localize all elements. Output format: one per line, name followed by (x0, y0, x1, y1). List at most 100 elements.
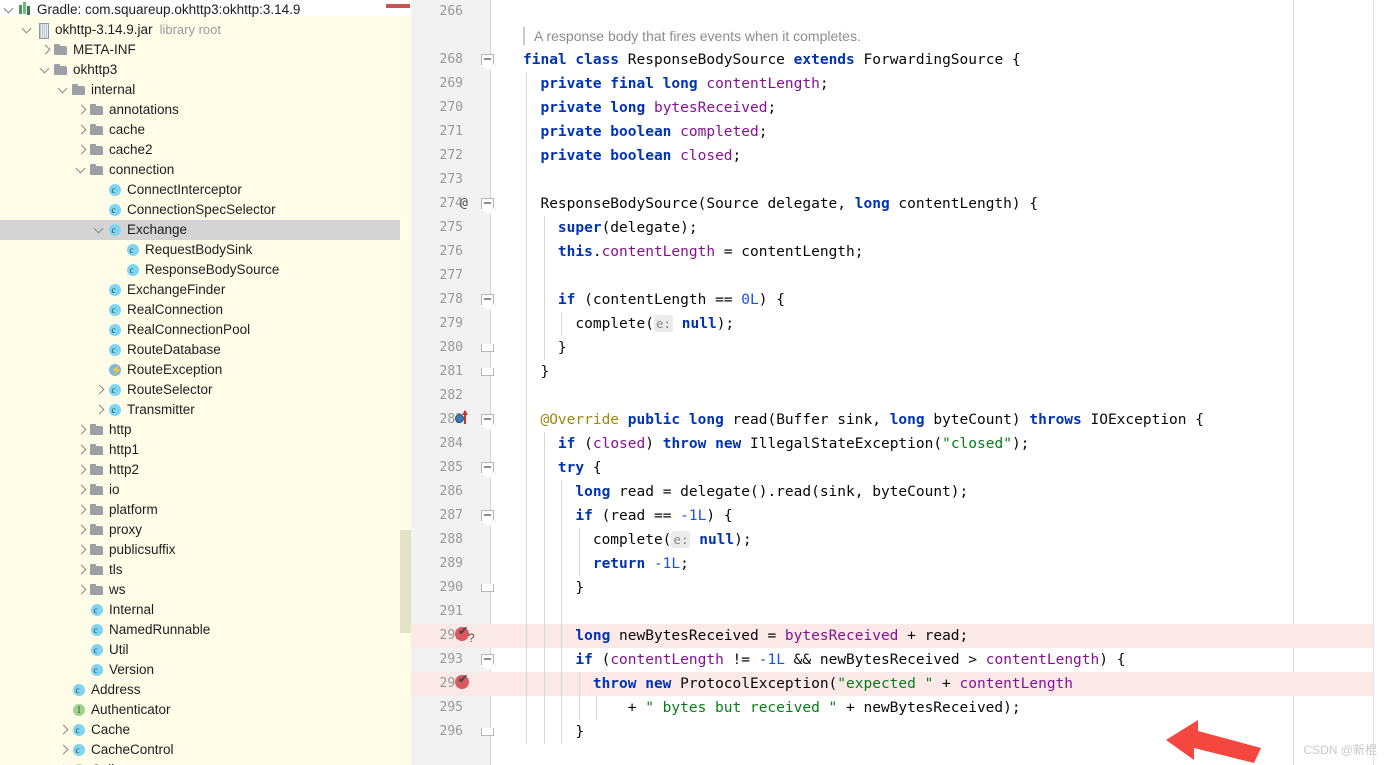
code-line-text[interactable]: return -1L; (523, 552, 689, 576)
code-line-text[interactable]: } (523, 360, 549, 384)
code-line-text[interactable]: final class ResponseBodySource extends F… (523, 48, 1021, 72)
code-line-text[interactable]: complete(e: null); (523, 312, 734, 336)
code-line[interactable]: 285 try { (411, 456, 1385, 480)
tree-item-http2[interactable]: http2 (0, 460, 139, 480)
chevron-right-icon[interactable] (75, 440, 89, 460)
code-line[interactable]: 294 ✔ throw new ProtocolException("expect… (411, 672, 1385, 696)
tree-item-publicsuffix[interactable]: publicsuffix (0, 540, 176, 560)
code-line-text[interactable]: } (523, 576, 584, 600)
chevron-right-icon[interactable] (57, 720, 71, 740)
code-fold-collapse-icon[interactable] (481, 508, 494, 524)
code-line[interactable]: 268 final class ResponseBodySource extend… (411, 48, 1385, 72)
code-line-text[interactable]: private long bytesReceived; (523, 96, 776, 120)
code-line-text[interactable]: ResponseBodySource(Source delegate, long… (523, 192, 1038, 216)
code-line[interactable]: 293 if (contentLength != -1L && newBytes… (411, 648, 1385, 672)
tree-item-connectionspecselector[interactable]: ConnectionSpecSelector (0, 200, 276, 220)
annotation-gutter-marker[interactable]: @ (460, 192, 468, 216)
code-line-text[interactable]: if (contentLength == 0L) { (523, 288, 785, 312)
code-line-text[interactable]: if (read == -1L) { (523, 504, 732, 528)
code-editor[interactable]: 266 A response body that fires events whe… (411, 0, 1385, 765)
code-line[interactable]: 269 private final long contentLength; (411, 72, 1385, 96)
tree-item-ws[interactable]: ws (0, 580, 126, 600)
code-line-text[interactable]: try { (523, 456, 602, 480)
chevron-right-icon[interactable] (57, 760, 71, 765)
code-fold-collapse-icon[interactable] (481, 292, 494, 308)
tree-item-internal[interactable]: internal (0, 80, 135, 100)
tree-item-transmitter[interactable]: Transmitter (0, 400, 195, 420)
code-line-text[interactable]: private boolean completed; (523, 120, 767, 144)
chevron-down-icon[interactable] (75, 160, 89, 180)
chevron-right-icon[interactable] (75, 580, 89, 600)
code-fold-end-icon[interactable] (481, 580, 494, 596)
code-line-text[interactable]: long newBytesReceived = bytesReceived + … (523, 624, 968, 648)
tree-item-routedatabase[interactable]: RouteDatabase (0, 340, 221, 360)
code-line[interactable]: 281 } (411, 360, 1385, 384)
tree-item-namedrunnable[interactable]: NamedRunnable (0, 620, 210, 640)
chevron-right-icon[interactable] (75, 520, 89, 540)
code-line-text[interactable]: complete(e: null); (523, 528, 752, 552)
code-line[interactable]: 279 complete(e: null); (411, 312, 1385, 336)
tree-item-call[interactable]: Call (0, 760, 114, 765)
tree-item-http[interactable]: http (0, 420, 132, 440)
code-line[interactable]: 275 super(delegate); (411, 216, 1385, 240)
chevron-down-icon[interactable] (93, 220, 107, 240)
chevron-right-icon[interactable] (75, 420, 89, 440)
tree-item-platform[interactable]: platform (0, 500, 158, 520)
chevron-right-icon[interactable] (93, 380, 107, 400)
tree-item-gradle-com-squareup-okhttp3-okhttp-3-14-9[interactable]: Gradle: com.squareup.okhttp3:okhttp:3.14… (0, 0, 300, 20)
code-line[interactable]: 289 return -1L; (411, 552, 1385, 576)
tree-item-cache2[interactable]: cache2 (0, 140, 153, 160)
tree-item-okhttp-3-14-9-jar[interactable]: okhttp-3.14.9.jar library root (0, 20, 221, 40)
chevron-down-icon[interactable] (39, 60, 53, 80)
code-line[interactable]: 292 ✔? long newBytesReceived = bytesRecei… (411, 624, 1385, 648)
chevron-right-icon[interactable] (75, 460, 89, 480)
tree-item-tls[interactable]: tls (0, 560, 123, 580)
code-fold-end-icon[interactable] (481, 724, 494, 740)
code-line[interactable]: 284 if (closed) throw new IllegalStateEx… (411, 432, 1385, 456)
code-line[interactable]: 272 private boolean closed; (411, 144, 1385, 168)
overriding-method-icon[interactable] (455, 408, 473, 428)
code-line-text[interactable]: long read = delegate().read(sink, byteCo… (523, 480, 968, 504)
code-line[interactable]: A response body that fires events when i… (411, 24, 1385, 48)
code-line-text[interactable]: @Override public long read(Buffer sink, … (523, 408, 1204, 432)
tree-item-cache[interactable]: Cache (0, 720, 130, 740)
chevron-right-icon[interactable] (75, 100, 89, 120)
chevron-right-icon[interactable] (57, 740, 71, 760)
code-line[interactable]: 276 this.contentLength = contentLength; (411, 240, 1385, 264)
code-line[interactable]: 282 (411, 384, 1385, 408)
code-line-text[interactable]: this.contentLength = contentLength; (523, 240, 864, 264)
tree-item-annotations[interactable]: annotations (0, 100, 179, 120)
tree-item-connection[interactable]: connection (0, 160, 174, 180)
tree-item-realconnectionpool[interactable]: RealConnectionPool (0, 320, 250, 340)
code-fold-end-icon[interactable] (481, 364, 494, 380)
code-lines-container[interactable]: 266 A response body that fires events whe… (411, 0, 1385, 765)
code-line[interactable]: 295 + " bytes but received " + newBytesR… (411, 696, 1385, 720)
tree-item-address[interactable]: Address (0, 680, 141, 700)
tree-item-util[interactable]: Util (0, 640, 129, 660)
code-fold-collapse-icon[interactable] (481, 652, 494, 668)
code-line-text[interactable]: private boolean closed; (523, 144, 741, 168)
code-line[interactable]: 277 (411, 264, 1385, 288)
tree-item-connectinterceptor[interactable]: ConnectInterceptor (0, 180, 242, 200)
chevron-right-icon[interactable] (75, 560, 89, 580)
code-line-text[interactable]: if (contentLength != -1L && newBytesRece… (523, 648, 1125, 672)
code-line-text[interactable]: } (523, 336, 567, 360)
tree-item-exchange[interactable]: Exchange (0, 220, 411, 240)
error-stripe-column[interactable] (1373, 0, 1385, 765)
code-line[interactable]: 280 } (411, 336, 1385, 360)
project-tree-scrollbar-thumb[interactable] (400, 530, 411, 633)
chevron-right-icon[interactable] (75, 500, 89, 520)
chevron-down-icon[interactable] (57, 80, 71, 100)
chevron-down-icon[interactable] (3, 0, 17, 20)
code-line[interactable]: 286 long read = delegate().read(sink, by… (411, 480, 1385, 504)
code-fold-collapse-icon[interactable] (481, 460, 494, 476)
tree-item-version[interactable]: Version (0, 660, 154, 680)
tree-item-proxy[interactable]: proxy (0, 520, 142, 540)
tree-item-realconnection[interactable]: RealConnection (0, 300, 223, 320)
tree-item-routeselector[interactable]: RouteSelector (0, 380, 213, 400)
code-fold-collapse-icon[interactable] (481, 196, 494, 212)
code-line-text[interactable]: throw new ProtocolException("expected " … (523, 672, 1073, 696)
tree-item-responsebodysource[interactable]: ResponseBodySource (0, 260, 279, 280)
code-line[interactable]: 271 private boolean completed; (411, 120, 1385, 144)
tree-item-http1[interactable]: http1 (0, 440, 139, 460)
